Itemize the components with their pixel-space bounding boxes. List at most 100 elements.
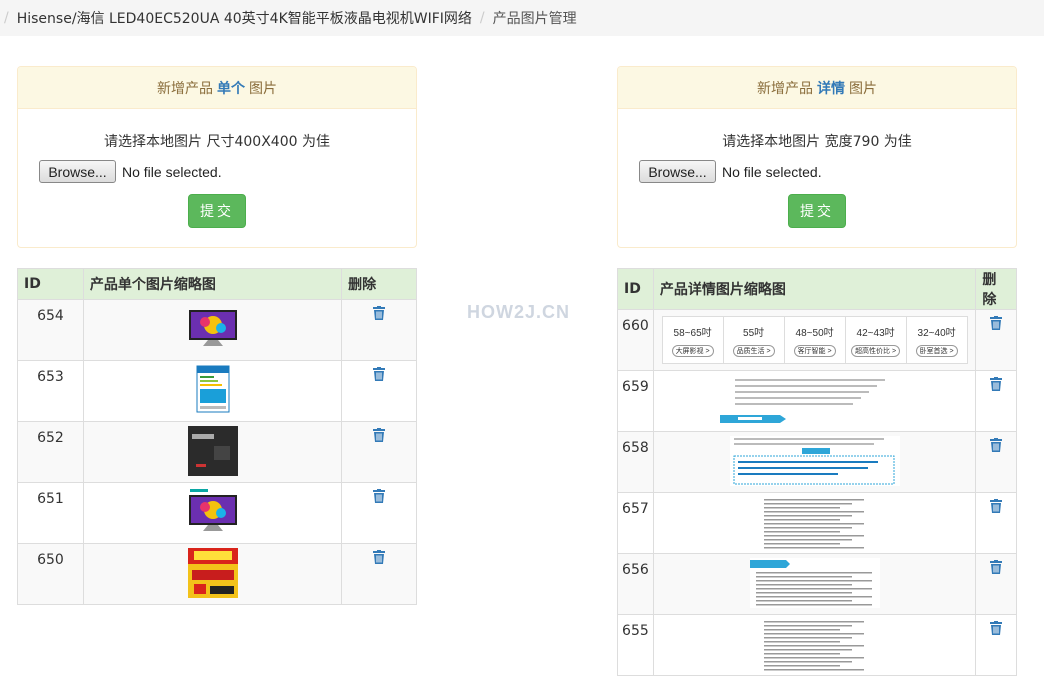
column-header-thumbnail: 产品单个图片缩略图 — [82, 268, 343, 300]
trash-icon[interactable] — [373, 428, 386, 446]
row-id: 651 — [17, 482, 84, 544]
heading-suffix: 图片 — [249, 80, 277, 97]
row-delete — [341, 360, 417, 422]
size-banner-thumbnail: 58~65吋 大屏影视 >55吋 品质生活 >48~50吋 客厅智能 >42~43吋超… — [661, 316, 968, 364]
row-thumbnail — [652, 370, 977, 432]
size-label: 55吋 — [743, 327, 765, 339]
table-row: 655 — [617, 614, 1017, 676]
row-thumbnail: 58~65吋 大屏影视 >55吋 品质生活 >48~50吋 客厅智能 >42~43吋超… — [652, 309, 977, 371]
row-delete — [341, 421, 417, 483]
row-id: 660 — [617, 309, 654, 371]
size-cell: 58~65吋 大屏影视 > — [663, 317, 723, 363]
row-thumbnail — [652, 614, 977, 676]
trash-icon[interactable] — [990, 316, 1003, 334]
row-delete — [975, 431, 1017, 493]
row-id: 653 — [17, 360, 84, 422]
submit-button[interactable]: 提交 — [788, 194, 846, 228]
trash-icon[interactable] — [990, 438, 1003, 456]
size-label: 42~43吋 — [856, 327, 895, 339]
thumbnail-image — [196, 365, 230, 417]
detail-image-panel: 新增产品 详情 图片 请选择本地图片 宽度790 为佳 Browse... No… — [617, 66, 1017, 248]
breadcrumb-separator: / — [479, 10, 485, 26]
breadcrumb: / Hisense/海信 LED40EC520UA 40英寸4K智能平板液晶电视… — [0, 0, 1044, 36]
trash-icon[interactable] — [990, 499, 1003, 517]
row-thumbnail — [82, 543, 343, 605]
size-tag: 品质生活 > — [732, 344, 775, 357]
size-tag: 超高性价比 > — [851, 344, 901, 357]
submit-button[interactable]: 提交 — [188, 194, 246, 228]
detail-image-table: ID 产品详情图片缩略图 删除 660 58~65吋 大屏影视 > 55吋品质生活 >… — [617, 268, 1017, 676]
row-id: 657 — [617, 492, 654, 554]
trash-icon[interactable] — [990, 621, 1003, 639]
table-row: 653 — [17, 360, 417, 422]
size-cell: 32~40吋 卧室首选 > — [905, 317, 967, 363]
row-delete — [341, 299, 417, 361]
thumbnail-image — [187, 548, 238, 602]
thumbnail-image — [188, 304, 238, 354]
thumbnail-image — [188, 487, 238, 537]
heading-prefix: 新增产品 — [757, 80, 813, 97]
heading-prefix: 新增产品 — [157, 80, 213, 97]
table-row: 650 — [17, 543, 417, 605]
table-row: 654 — [17, 299, 417, 361]
size-cell: 48~50吋 客厅智能 > — [783, 317, 845, 363]
thumbnail-image — [187, 426, 238, 480]
size-tag: 客厅智能 > — [793, 344, 836, 357]
trash-icon[interactable] — [373, 550, 386, 568]
heading-suffix: 图片 — [849, 80, 877, 97]
row-id: 650 — [17, 543, 84, 605]
row-id: 654 — [17, 299, 84, 361]
size-tag: 卧室首选 > — [915, 344, 958, 357]
thumbnail-image — [759, 497, 870, 553]
thumbnail-image — [759, 619, 870, 675]
trash-icon[interactable] — [373, 367, 386, 385]
thumbnail-image — [719, 375, 910, 429]
row-delete — [341, 543, 417, 605]
column-header-id: ID — [617, 268, 654, 310]
row-delete — [975, 614, 1017, 676]
row-id: 652 — [17, 421, 84, 483]
row-thumbnail — [82, 421, 343, 483]
size-tag: 大屏影视 > — [671, 344, 714, 357]
row-thumbnail — [82, 482, 343, 544]
row-id: 659 — [617, 370, 654, 432]
breadcrumb-product[interactable]: Hisense/海信 LED40EC520UA 40英寸4K智能平板液晶电视机W… — [17, 8, 480, 28]
browse-button[interactable]: Browse... — [39, 160, 116, 183]
table-row: 651 — [17, 482, 417, 544]
size-cell: 42~43吋 超高性价比 > — [844, 317, 906, 363]
file-status: No file selected. — [122, 163, 222, 180]
file-input[interactable]: Browse... No file selected. — [39, 160, 222, 183]
watermark: HOW2J.CN — [467, 302, 571, 322]
panel-heading: 新增产品 单个 图片 — [18, 67, 416, 109]
row-delete — [975, 309, 1017, 371]
row-thumbnail — [652, 431, 977, 493]
breadcrumb-separator: / — [4, 10, 9, 26]
row-thumbnail — [652, 492, 977, 554]
row-delete — [975, 492, 1017, 554]
trash-icon[interactable] — [373, 489, 386, 507]
file-input[interactable]: Browse... No file selected. — [639, 160, 822, 183]
heading-highlight: 详情 — [817, 80, 845, 97]
table-row: 658 — [617, 431, 1017, 493]
row-delete — [975, 370, 1017, 432]
table-row: 656 — [617, 553, 1017, 615]
row-delete — [975, 553, 1017, 615]
thumbnail-image — [729, 436, 900, 490]
column-header-thumbnail: 产品详情图片缩略图 — [652, 268, 977, 310]
trash-icon[interactable] — [990, 377, 1003, 395]
breadcrumb-current: 产品图片管理 — [492, 11, 577, 27]
trash-icon[interactable] — [990, 560, 1003, 578]
file-status: No file selected. — [722, 163, 822, 180]
column-header-id: ID — [17, 268, 84, 300]
browse-button[interactable]: Browse... — [639, 160, 716, 183]
table-row: 660 58~65吋 大屏影视 >55吋 品质生活 >48~50吋 客厅智能 >42~4… — [617, 309, 1017, 371]
trash-icon[interactable] — [373, 306, 386, 324]
row-id: 656 — [617, 553, 654, 615]
row-id: 655 — [617, 614, 654, 676]
column-header-delete: 删除 — [341, 268, 417, 300]
single-image-table: ID 产品单个图片缩略图 删除 654 653 652 651 650 — [17, 268, 417, 605]
column-header-delete: 删除 — [975, 268, 1017, 310]
table-row: 652 — [17, 421, 417, 483]
row-thumbnail — [82, 299, 343, 361]
row-delete — [341, 482, 417, 544]
